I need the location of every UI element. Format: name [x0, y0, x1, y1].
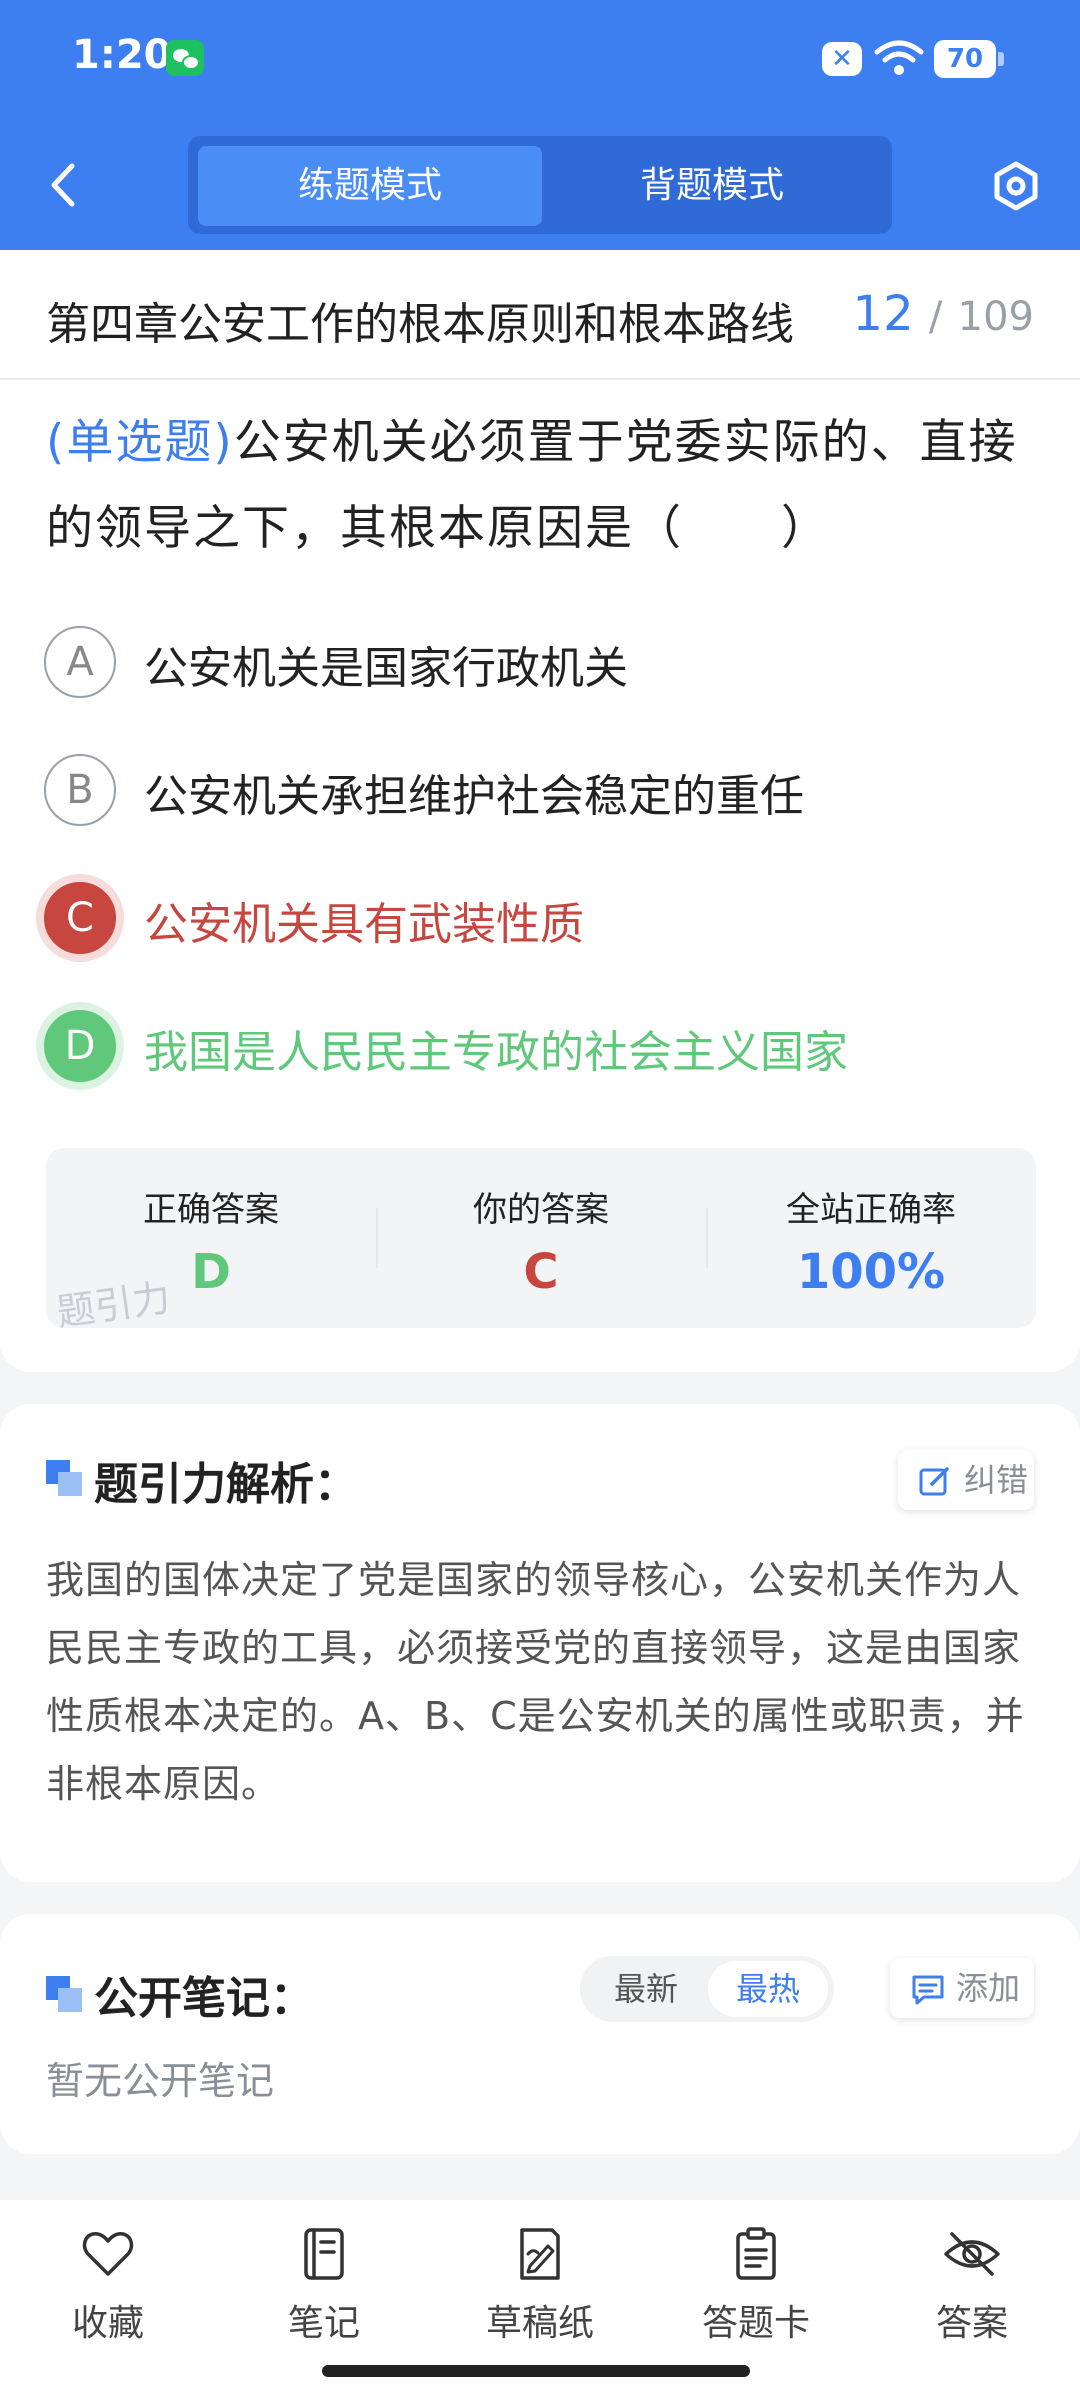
option-c-text: 公安机关具有武装性质 [144, 899, 584, 950]
eye-off-icon [944, 2232, 1000, 2276]
status-time: 1:20 [72, 32, 172, 78]
comment-icon [912, 1975, 944, 2005]
nav-answer[interactable]: 答案 [882, 2226, 1062, 2366]
mute-icon: ✕ [822, 42, 862, 76]
nav-favorite[interactable]: 收藏 [18, 2226, 198, 2366]
top-header: 1:20 ✕ 70 练题模式 背题模式 [0, 0, 1080, 250]
status-bar: 1:20 ✕ 70 [0, 0, 1080, 120]
report-error-button[interactable]: 纠错 [898, 1450, 1034, 1510]
question-stem: (单选题)公安机关必须置于党委实际的、直接的领导之下，其根本原因是（ ） [46, 400, 1036, 572]
option-d-text: 我国是人民民主专政的社会主义国家 [144, 1027, 848, 1078]
edit-icon [919, 1467, 949, 1496]
question-counter-separator: / [928, 294, 943, 340]
option-d[interactable]: D 我国是人民民主专政的社会主义国家 [44, 1006, 1044, 1086]
analysis-card: 题引力解析： 纠错 我国的国体决定了党是国家的领导核心，公安机关作为人民民主专政… [0, 1404, 1080, 1882]
sort-latest-option[interactable]: 最新 [586, 1961, 706, 2017]
wifi-icon [874, 40, 924, 75]
notebook-icon [304, 2228, 344, 2280]
option-c[interactable]: C 公安机关具有武装性质 [44, 878, 1044, 958]
section-squares-icon [46, 1460, 84, 1496]
question-type-label: (单选题) [46, 415, 234, 470]
option-d-badge: D [44, 1010, 116, 1082]
notes-sort-toggle: 最新 最热 [580, 1956, 834, 2022]
question-current-index: 12 [852, 286, 914, 342]
correct-answer-label: 正确答案 [143, 1190, 279, 1230]
option-a[interactable]: A 公安机关是国家行政机关 [44, 622, 1044, 702]
option-b[interactable]: B 公安机关承担维护社会稳定的重任 [44, 750, 1044, 830]
option-b-text: 公安机关承担维护社会稳定的重任 [144, 771, 804, 822]
nav-notes-label: 笔记 [287, 2303, 360, 2344]
option-a-text: 公安机关是国家行政机关 [144, 643, 628, 694]
question-card: 第四章公安工作的根本原则和根本路线 12 / 109 (单选题)公安机关必须置于… [0, 250, 1080, 1372]
question-counter[interactable]: 12 / 109 [853, 286, 1034, 342]
chapter-row: 第四章公安工作的根本原则和根本路线 12 / 109 [0, 250, 1080, 380]
tab-practice-mode[interactable]: 练题模式 [198, 146, 542, 226]
nav-draft-label: 草稿纸 [485, 2303, 594, 2344]
nav-draft[interactable]: 草稿纸 [450, 2226, 630, 2366]
battery-icon: 70 [934, 40, 1004, 78]
notes-card: 公开笔记： 最新 最热 添加 暂无公开笔记 [0, 1914, 1080, 2154]
answer-summary: 正确答案 D 你的答案 C 全站正确率 100% 题引力 [46, 1148, 1036, 1328]
add-note-button[interactable]: 添加 [890, 1958, 1034, 2018]
accuracy-rate-value: 100% [796, 1244, 946, 1300]
back-arrow-icon[interactable] [44, 160, 84, 210]
nav-answer-card-label: 答题卡 [701, 2303, 810, 2344]
add-note-label: 添加 [956, 1969, 1021, 2007]
analysis-text: 我国的国体决定了党是国家的领导核心，公安机关作为人民民主专政的工具，必须接受党的… [46, 1558, 1025, 1806]
heart-icon [82, 2232, 134, 2276]
tab-memorize-mode[interactable]: 背题模式 [540, 146, 884, 226]
answer-card-icon [736, 2227, 776, 2280]
option-b-badge: B [44, 754, 116, 826]
nav-notes[interactable]: 笔记 [234, 2226, 414, 2366]
nav-favorite-label: 收藏 [71, 2303, 144, 2344]
section-squares-icon [46, 1976, 84, 2012]
mode-switch: 练题模式 背题模式 [188, 136, 892, 234]
question-total: 109 [957, 294, 1034, 340]
chapter-title: 第四章公安工作的根本原则和根本路线 [46, 299, 794, 350]
option-a-badge: A [44, 626, 116, 698]
analysis-title: 题引力解析： [94, 1459, 358, 1510]
home-indicator[interactable] [322, 2365, 750, 2377]
sort-hot-option[interactable]: 最热 [708, 1961, 828, 2017]
your-answer-col: 你的答案 C [376, 1148, 706, 1328]
your-answer-value: C [523, 1244, 559, 1300]
nav-answer-card[interactable]: 答题卡 [666, 2226, 846, 2366]
report-error-label: 纠错 [964, 1461, 1029, 1499]
your-answer-label: 你的答案 [473, 1190, 609, 1230]
nav-answer-label: 答案 [935, 2303, 1008, 2344]
draft-icon [520, 2228, 560, 2280]
settings-icon[interactable] [990, 160, 1042, 212]
accuracy-rate-col: 全站正确率 100% [706, 1148, 1036, 1328]
accuracy-rate-label: 全站正确率 [786, 1190, 956, 1230]
option-c-badge: C [44, 882, 116, 954]
wechat-notification-icon [166, 40, 204, 76]
no-notes-text: 暂无公开笔记 [46, 2059, 275, 2103]
notes-title: 公开笔记： [94, 1973, 314, 2024]
